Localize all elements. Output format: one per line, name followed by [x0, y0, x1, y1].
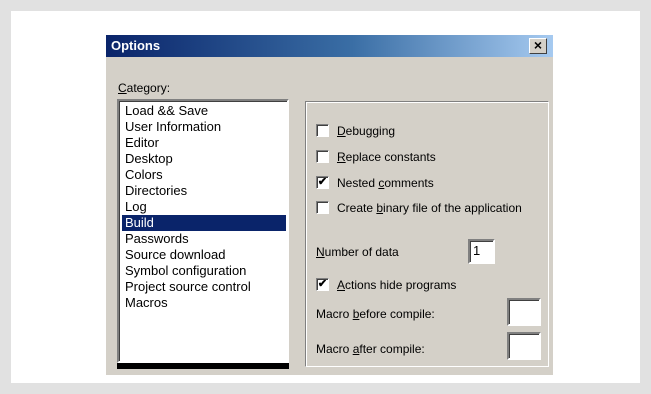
checkbox-label: Replace constants — [337, 150, 436, 164]
number-of-data-input[interactable]: 1 — [468, 239, 495, 264]
check-mark-icon[interactable]: ✔ — [316, 176, 329, 189]
category-item-load-save[interactable]: Load && Save — [122, 103, 286, 119]
check-mark-icon[interactable]: ✔ — [316, 278, 329, 291]
build-options-panel — [305, 101, 549, 367]
category-item-passwords[interactable]: Passwords — [122, 231, 286, 247]
label-part: omments — [384, 176, 434, 190]
label-part: A — [337, 278, 346, 292]
checkbox-label: Nested comments — [337, 176, 434, 190]
number-of-data-label: Number of data — [316, 245, 399, 259]
category-item-log[interactable]: Log — [122, 199, 286, 215]
label-part: R — [337, 150, 346, 164]
category-item-desktop[interactable]: Desktop — [122, 151, 286, 167]
label-part: ctions hide programs — [345, 278, 457, 292]
label-part: Macro — [316, 342, 353, 356]
checkbox-label: Debugging — [337, 124, 395, 138]
category-item-build[interactable]: Build — [122, 215, 286, 231]
list-bottom-edge — [117, 363, 289, 369]
label-part: N — [316, 245, 325, 259]
category-label: Category: — [118, 81, 170, 95]
checkbox-box[interactable] — [316, 201, 329, 214]
number-of-data-value: 1 — [473, 243, 481, 258]
label-part: eplace constants — [345, 150, 436, 164]
label-part: ebugging — [345, 124, 396, 138]
checkbox-label: Create binary file of the application — [337, 201, 522, 215]
label-part: Create — [337, 201, 377, 215]
label-part: inary file of the application — [383, 201, 522, 215]
macro-before-compile-label: Macro before compile: — [316, 307, 435, 321]
checkbox-label: Actions hide programs — [337, 278, 456, 292]
dialog-title: Options — [111, 38, 161, 53]
macro-after-compile-label: Macro after compile: — [316, 342, 425, 356]
macro-before-compile-input[interactable] — [507, 298, 541, 326]
category-item-source-download[interactable]: Source download — [122, 247, 286, 263]
category-item-project-source-control[interactable]: Project source control — [122, 279, 286, 295]
category-item-symbol-configuration[interactable]: Symbol configuration — [122, 263, 286, 279]
title-bar[interactable]: Options × — [106, 35, 553, 57]
label-part: efore compile: — [359, 307, 435, 321]
category-item-macros[interactable]: Macros — [122, 295, 286, 311]
label-part: umber of data — [324, 245, 399, 259]
checkbox-box[interactable] — [316, 124, 329, 137]
category-list[interactable]: Load && Save User Information Editor Deskto… — [117, 99, 289, 363]
label-part: D — [337, 124, 346, 138]
label-part: fter compile: — [359, 342, 425, 356]
category-item-colors[interactable]: Colors — [122, 167, 286, 183]
category-item-editor[interactable]: Editor — [122, 135, 286, 151]
close-button[interactable]: × — [529, 38, 547, 54]
label-part: Nested — [337, 176, 379, 190]
category-label-rest: ategory: — [126, 81, 171, 95]
options-dialog: Options × Category: Load && Save User Inf… — [106, 35, 553, 375]
checkbox-box[interactable] — [316, 150, 329, 163]
macro-after-compile-input[interactable] — [507, 332, 541, 360]
category-label-mnemonic: C — [118, 81, 127, 95]
label-part: Macro — [316, 307, 353, 321]
close-icon: × — [533, 37, 543, 53]
category-item-directories[interactable]: Directories — [122, 183, 286, 199]
category-item-user-information[interactable]: User Information — [122, 119, 286, 135]
